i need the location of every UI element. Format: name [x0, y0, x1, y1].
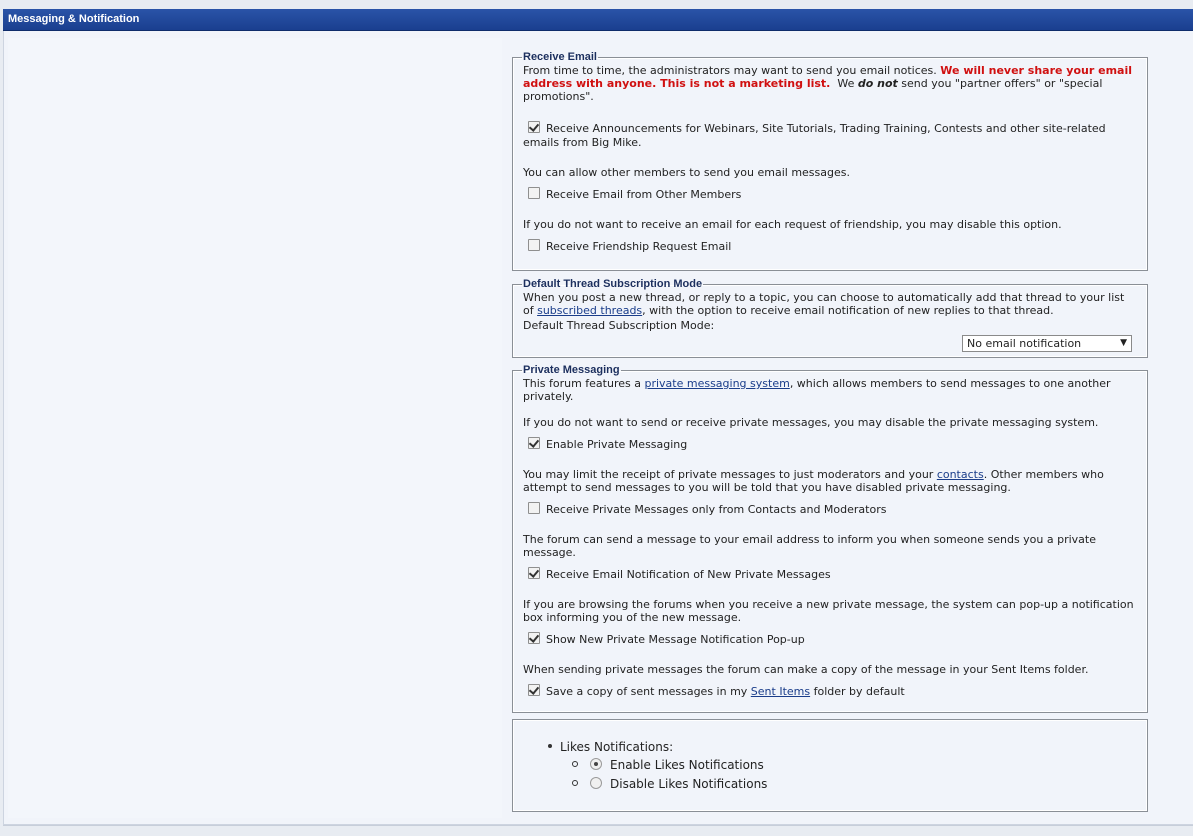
pm-copy-text: When sending private messages the forum …: [523, 663, 1089, 676]
dropdown-arrow-icon: ▼: [1120, 338, 1127, 348]
thread-subscription-legend: Default Thread Subscription Mode: [523, 278, 703, 290]
contacts-only-option[interactable]: Receive Private Messages only from Conta…: [523, 502, 1137, 517]
pm-email-label: Receive Email Notification of New Privat…: [546, 568, 831, 581]
pm-popup-option[interactable]: Show New Private Message Notification Po…: [523, 632, 1137, 647]
contacts-only-label: Receive Private Messages only from Conta…: [546, 503, 887, 516]
intro-text: From time to time, the administrators ma…: [523, 64, 941, 77]
private-messaging-fieldset: Private Messaging This forum features a …: [512, 364, 1148, 713]
subscribed-threads-link[interactable]: subscribed threads: [537, 304, 642, 317]
section-header: Messaging & Notification: [3, 9, 1193, 31]
private-messaging-link[interactable]: private messaging system: [644, 377, 789, 390]
sent-items-link[interactable]: Sent Items: [751, 685, 810, 698]
enable-pm-checkbox[interactable]: [528, 437, 540, 449]
pm-email-checkbox[interactable]: [528, 567, 540, 579]
likes-list: Likes Notifications: Enable Likes Notifi…: [523, 738, 1137, 794]
receive-email-fieldset: Receive Email From time to time, the adm…: [512, 51, 1148, 271]
announcements-checkbox[interactable]: [528, 121, 540, 133]
save-copy-label: folder by default: [810, 685, 905, 698]
intro-text: We: [830, 77, 858, 90]
enable-likes-option[interactable]: Enable Likes Notifications: [548, 756, 1137, 775]
thread-subscription-text: When you post a new thread, or reply to …: [523, 291, 1137, 317]
circle-bullet-icon: [572, 780, 578, 786]
save-copy-checkbox[interactable]: [528, 684, 540, 696]
likes-heading: Likes Notifications:: [560, 740, 674, 754]
friendship-text: If you do not want to receive an email f…: [523, 218, 1062, 231]
enable-likes-label: Enable Likes Notifications: [610, 758, 764, 772]
contacts-link[interactable]: contacts: [937, 468, 984, 481]
emphasis-text: do not: [857, 77, 898, 90]
pm-disable-text: If you do not want to send or receive pr…: [523, 416, 1099, 429]
pm-email-text: The forum can send a message to your ema…: [523, 533, 1097, 559]
pm-text: This forum features a: [523, 377, 645, 390]
receive-email-legend: Receive Email: [523, 51, 597, 63]
bullet-icon: [548, 744, 552, 748]
thread-subscription-fieldset: Default Thread Subscription Mode When yo…: [512, 278, 1148, 358]
enable-likes-radio[interactable]: [590, 758, 602, 770]
left-column: [8, 38, 502, 818]
pm-popup-checkbox[interactable]: [528, 632, 540, 644]
friendship-email-option[interactable]: Receive Friendship Request Email: [523, 239, 1137, 254]
disable-likes-radio[interactable]: [590, 777, 602, 789]
private-messaging-legend: Private Messaging: [523, 364, 620, 376]
thread-text: , with the option to receive email notif…: [642, 304, 1054, 317]
pm-popup-label: Show New Private Message Notification Po…: [546, 633, 805, 646]
save-copy-option[interactable]: Save a copy of sent messages in my Sent …: [523, 684, 1137, 699]
announcements-option[interactable]: Receive Announcements for Webinars, Site…: [523, 121, 1137, 150]
section-title: Messaging & Notification: [8, 13, 140, 25]
members-email-label: Receive Email from Other Members: [546, 188, 742, 201]
members-text: You can allow other members to send you …: [523, 166, 850, 179]
circle-bullet-icon: [572, 761, 578, 767]
members-email-checkbox[interactable]: [528, 187, 540, 199]
bottom-divider: [3, 825, 1193, 826]
enable-pm-label: Enable Private Messaging: [546, 438, 688, 451]
pm-text: You may limit the receipt of private mes…: [523, 468, 937, 481]
enable-pm-option[interactable]: Enable Private Messaging: [523, 437, 1137, 452]
subscription-mode-select[interactable]: No email notification ▼: [962, 335, 1132, 352]
pm-email-option[interactable]: Receive Email Notification of New Privat…: [523, 567, 1137, 582]
disable-likes-label: Disable Likes Notifications: [610, 777, 768, 791]
pm-intro: This forum features a private messaging …: [523, 377, 1137, 403]
subscription-mode-value: No email notification: [967, 337, 1082, 350]
friendship-email-label: Receive Friendship Request Email: [546, 240, 732, 253]
receive-email-intro: From time to time, the administrators ma…: [523, 64, 1137, 103]
likes-fieldset: Likes Notifications: Enable Likes Notifi…: [512, 719, 1148, 812]
likes-heading-item: Likes Notifications:: [548, 738, 1137, 756]
contacts-only-checkbox[interactable]: [528, 502, 540, 514]
pm-popup-text: If you are browsing the forums when you …: [523, 598, 1134, 624]
members-email-option[interactable]: Receive Email from Other Members: [523, 187, 1137, 202]
disable-likes-option[interactable]: Disable Likes Notifications: [548, 775, 1137, 794]
save-copy-label: Save a copy of sent messages in my: [546, 685, 751, 698]
pm-limit-text: You may limit the receipt of private mes…: [523, 468, 1137, 494]
subscription-mode-label: Default Thread Subscription Mode:: [523, 319, 715, 332]
announcements-label: Receive Announcements for Webinars, Site…: [523, 122, 1106, 149]
friendship-email-checkbox[interactable]: [528, 239, 540, 251]
